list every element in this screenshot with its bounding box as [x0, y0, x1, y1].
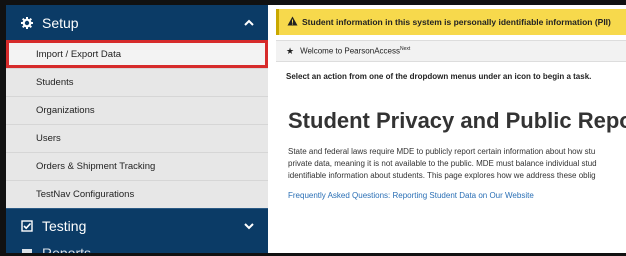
- main-content: Student information in this system is pe…: [276, 5, 626, 253]
- checkbox-icon: [20, 219, 34, 233]
- sidebar-item-orders-shipment-tracking[interactable]: Orders & Shipment Tracking: [6, 152, 268, 180]
- faq-link[interactable]: Frequently Asked Questions: Reporting St…: [288, 191, 534, 200]
- body-line: private data, meaning it is not availabl…: [288, 159, 597, 168]
- instruction-text: Select an action from one of the dropdow…: [286, 72, 592, 81]
- sidebar-item-label: TestNav Configurations: [36, 189, 135, 200]
- sidebar-item-label: Students: [36, 77, 74, 88]
- welcome-text: Welcome to PearsonAccessNext: [300, 46, 410, 56]
- sidebar-item-import-export-data[interactable]: Import / Export Data: [6, 40, 268, 68]
- body-paragraph: State and federal laws require MDE to pu…: [288, 146, 626, 182]
- pii-alert-banner: Student information in this system is pe…: [276, 9, 626, 35]
- chevron-up-icon[interactable]: [242, 16, 256, 30]
- sidebar-item-label: Users: [36, 133, 61, 144]
- sidebar-group-setup-label: Setup: [42, 14, 79, 31]
- body-line: State and federal laws require MDE to pu…: [288, 147, 596, 156]
- sidebar-item-testnav-configurations[interactable]: TestNav Configurations: [6, 180, 268, 208]
- welcome-prefix: Welcome to PearsonAccess: [300, 46, 400, 56]
- sidebar-group-reports[interactable]: Reports: [6, 243, 268, 253]
- sidebar-group-testing[interactable]: Testing: [6, 208, 268, 243]
- alert-text: Student information in this system is pe…: [302, 17, 611, 27]
- gear-icon: [20, 16, 34, 30]
- page-heading: Student Privacy and Public Reports: [288, 108, 626, 133]
- sidebar-item-students[interactable]: Students: [6, 68, 268, 96]
- welcome-bar: ★ Welcome to PearsonAccessNext: [276, 40, 626, 62]
- sidebar-group-reports-label: Reports: [42, 245, 92, 253]
- sidebar-nav: Setup Import / Export Data Students Orga…: [6, 5, 268, 253]
- warning-icon: [287, 16, 298, 28]
- sidebar-item-organizations[interactable]: Organizations: [6, 96, 268, 124]
- sidebar-group-testing-label: Testing: [42, 218, 87, 234]
- sidebar-item-label: Organizations: [36, 105, 95, 116]
- sidebar-item-label: Orders & Shipment Tracking: [36, 161, 156, 172]
- sidebar-group-setup[interactable]: Setup: [6, 5, 268, 40]
- sidebar-item-label: Import / Export Data: [36, 48, 122, 60]
- setup-submenu: Import / Export Data Students Organizati…: [6, 40, 268, 208]
- sidebar-item-users[interactable]: Users: [6, 124, 268, 152]
- welcome-superscript: Next: [399, 46, 411, 53]
- chevron-down-icon[interactable]: [242, 219, 256, 233]
- body-line: identifiable information about students.…: [288, 171, 596, 180]
- reports-icon: [20, 246, 34, 253]
- star-icon: ★: [286, 45, 295, 56]
